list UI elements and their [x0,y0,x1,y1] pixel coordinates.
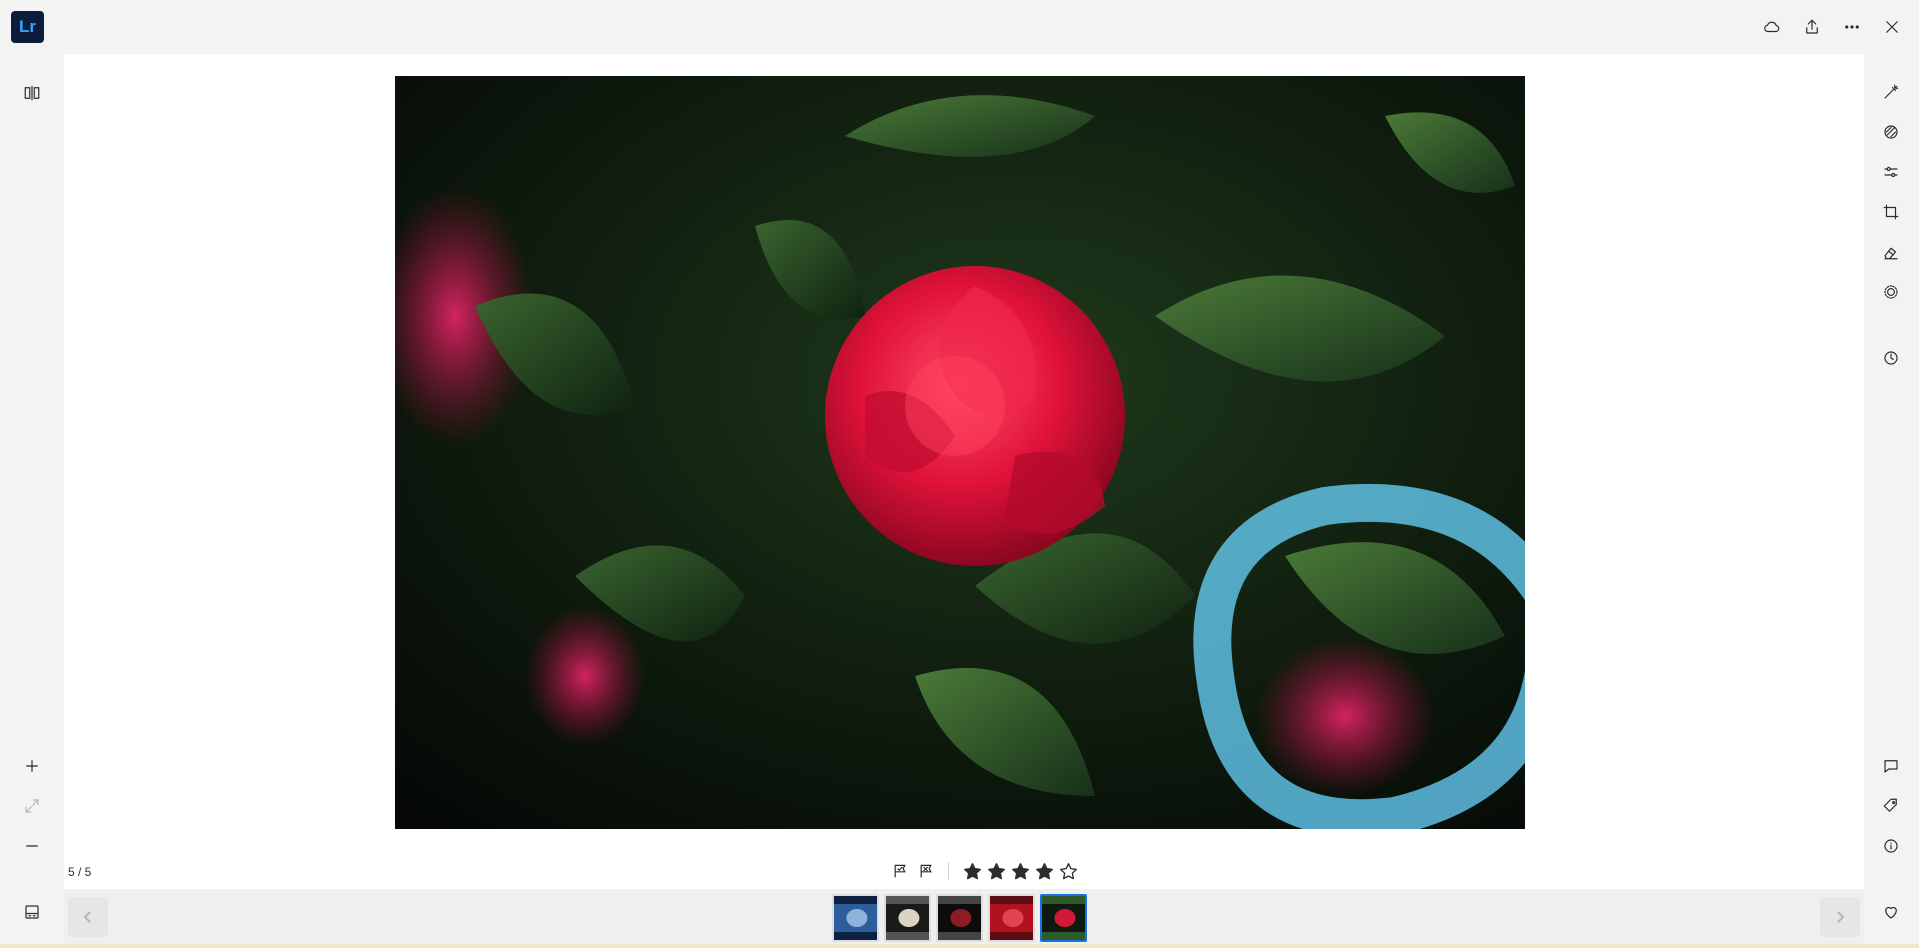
filmstrip [64,889,1864,944]
close-icon[interactable] [1879,14,1905,40]
auto-edit-icon[interactable] [1878,79,1904,105]
filmstrip-toggle-icon[interactable] [19,899,45,925]
top-actions [1759,12,1905,42]
star-4-icon[interactable] [1033,860,1055,882]
next-photo-button[interactable] [1820,897,1860,937]
zoom-out-icon[interactable] [19,833,45,859]
cloud-icon[interactable] [1759,14,1785,40]
right-rail [1864,54,1919,948]
star-1-icon[interactable] [961,860,983,882]
zoom-in-icon[interactable] [19,753,45,779]
star-3-icon[interactable] [1009,860,1031,882]
rating-divider [948,862,949,880]
reject-flag-icon[interactable] [916,861,936,881]
fit-icon[interactable] [19,793,45,819]
camellia-thumb[interactable] [1040,894,1087,942]
star-5-icon[interactable] [1057,860,1079,882]
left-rail [0,54,64,948]
star-rating [961,860,1079,882]
image-counter: 5 / 5 [68,865,92,879]
lightroom-app: Lr 5 / 5 [0,0,1919,948]
red-car-thumb[interactable] [988,894,1035,942]
lightroom-logo: Lr [11,11,44,43]
presets-icon[interactable] [1878,119,1904,145]
star-2-icon[interactable] [985,860,1007,882]
healing-icon[interactable] [1878,239,1904,265]
main-photo[interactable] [395,76,1525,829]
rating-row [890,858,1079,884]
previous-photo-button[interactable] [68,897,108,937]
city-night-thumb[interactable] [832,894,879,942]
guitar-thumb[interactable] [936,894,983,942]
keywords-icon[interactable] [1878,793,1904,819]
crop-icon[interactable] [1878,199,1904,225]
more-icon[interactable] [1839,14,1865,40]
photo-canvas [64,54,1864,889]
info-icon[interactable] [1878,833,1904,859]
comments-icon[interactable] [1878,753,1904,779]
car-interior-thumb[interactable] [884,894,931,942]
versions-icon[interactable] [1878,345,1904,371]
masking-icon[interactable] [1878,279,1904,305]
share-icon[interactable] [1799,14,1825,40]
top-bar: Lr [0,0,1919,54]
pick-flag-icon[interactable] [890,861,910,881]
thumbnail-strip [832,894,1087,942]
bottom-status-strip [0,944,1919,948]
heart-icon[interactable] [1878,899,1904,925]
edit-sliders-icon[interactable] [1878,159,1904,185]
compare-view-icon[interactable] [19,80,45,106]
